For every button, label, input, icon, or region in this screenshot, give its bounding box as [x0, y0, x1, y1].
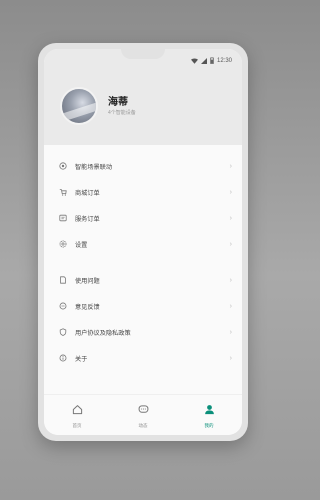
status-time: 12:30 — [216, 57, 232, 64]
menu-item-label: 商城订单 — [75, 189, 100, 197]
menu-item-label: 意见反馈 — [75, 303, 100, 311]
menu-item-privacy-policy[interactable]: 用户协议及隐私政策 › — [44, 319, 242, 345]
menu-item-label: 关于 — [75, 355, 88, 363]
app-screen: 12:30 海蒂 4个智能设备 智能场景联动 › 商城订单 › 服务订单 › 设… — [44, 49, 242, 435]
username: 海蒂 — [108, 97, 128, 108]
tab-label: 动态 — [138, 422, 148, 428]
chevron-right-icon: › — [229, 162, 232, 170]
link-icon — [58, 162, 67, 171]
chevron-right-icon: › — [229, 328, 232, 336]
phone-frame: 12:30 海蒂 4个智能设备 智能场景联动 › 商城订单 › 服务订单 › 设… — [38, 43, 248, 441]
menu-item-label: 设置 — [75, 241, 88, 249]
menu-item-scene-linkage[interactable]: 智能场景联动 › — [44, 153, 242, 179]
tab-label: 首页 — [72, 422, 82, 428]
shield-icon — [58, 328, 67, 337]
tab-dynamics[interactable]: 动态 — [123, 402, 163, 429]
chevron-right-icon: › — [229, 214, 232, 222]
menu-item-label: 用户协议及隐私政策 — [75, 329, 131, 337]
chevron-right-icon: › — [229, 302, 232, 310]
cart-icon — [58, 188, 67, 197]
menu-item-feedback[interactable]: 意见反馈 › — [44, 293, 242, 319]
feedback-icon — [58, 302, 67, 311]
bottom-tab-bar: 首页 动态 我的 — [44, 394, 242, 435]
info-icon — [58, 354, 67, 363]
chevron-right-icon: › — [229, 354, 232, 362]
tab-home[interactable]: 首页 — [57, 402, 97, 429]
chat-icon — [138, 402, 149, 420]
tab-mine[interactable]: 我的 — [189, 402, 229, 429]
chevron-right-icon: › — [229, 240, 232, 248]
menu-item-about[interactable]: 关于 › — [44, 345, 242, 371]
menu-item-label: 服务订单 — [75, 215, 100, 223]
home-icon — [72, 402, 83, 420]
wifi-icon — [190, 58, 198, 64]
chevron-right-icon: › — [229, 276, 232, 284]
menu-item-mall-orders[interactable]: 商城订单 › — [44, 179, 242, 205]
notch — [121, 49, 165, 59]
doc-icon — [58, 276, 67, 285]
menu-item-label: 智能场景联动 — [75, 163, 113, 171]
status-bar: 12:30 — [190, 57, 232, 64]
menu-item-service-orders[interactable]: 服务订单 › — [44, 205, 242, 231]
avatar[interactable] — [60, 87, 98, 125]
tab-label: 我的 — [204, 422, 214, 428]
service-order-icon — [58, 214, 67, 223]
person-icon — [204, 402, 215, 420]
chevron-right-icon: › — [229, 188, 232, 196]
gear-icon — [58, 240, 67, 249]
menu-item-settings[interactable]: 设置 › — [44, 231, 242, 257]
menu-list: 智能场景联动 › 商城订单 › 服务订单 › 设置 › 使用问题 › 意见反馈 … — [44, 153, 242, 371]
menu-item-label: 使用问题 — [75, 277, 100, 285]
battery-icon — [210, 57, 214, 64]
device-count: 4个智能设备 — [108, 110, 136, 116]
signal-icon — [200, 57, 207, 64]
group-separator — [44, 257, 242, 267]
menu-item-usage-questions[interactable]: 使用问题 › — [44, 267, 242, 293]
